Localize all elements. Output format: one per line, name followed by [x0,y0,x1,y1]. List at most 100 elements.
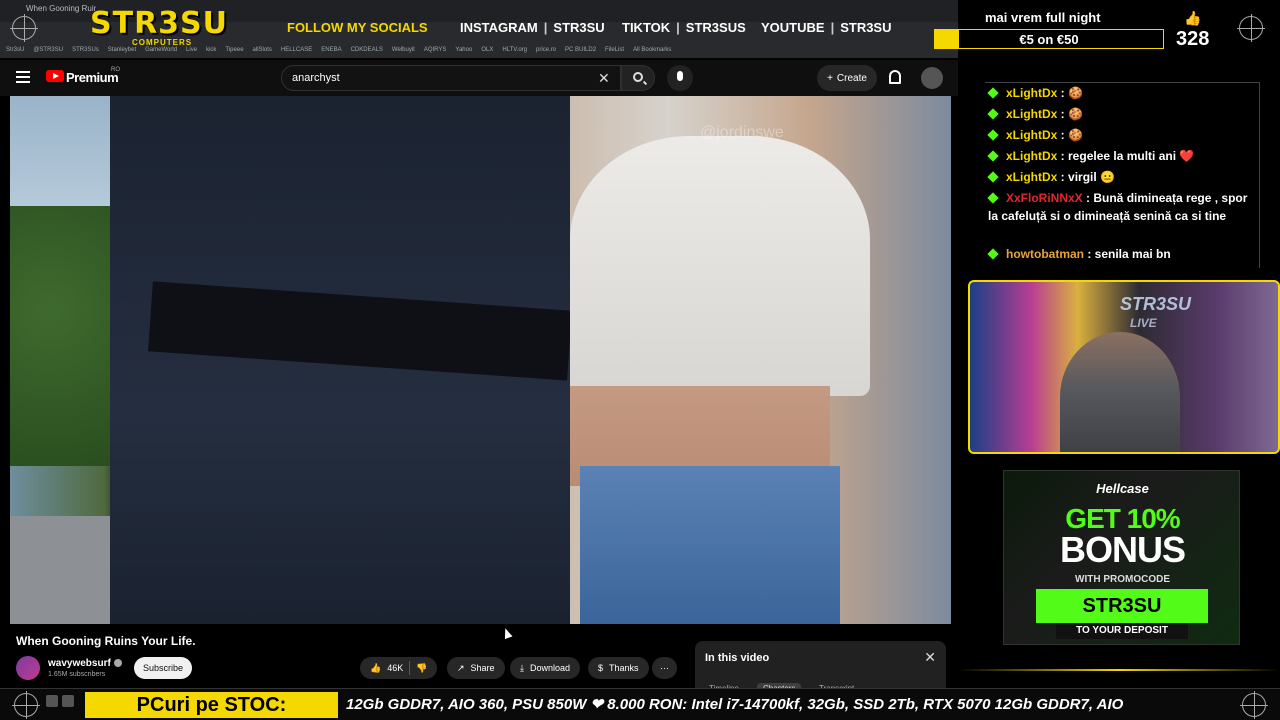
follow-label: FOLLOW MY SOCIALS [287,20,428,35]
kick-badge-icon [987,87,999,99]
crosshair-icon [1240,691,1268,719]
hellcase-code: STR3SU [1036,589,1208,623]
like-dislike-group: 👍 46K 👎 [360,657,438,679]
video-frame-road [10,516,120,624]
chat-message: XxFloRiNNxX : Bună dimineața rege , spor… [987,189,1258,225]
chat-text: senila mai bn [1094,247,1171,261]
taskbar-icon[interactable] [62,695,74,707]
chat-username[interactable]: howtobatman [1006,247,1084,261]
promo-progress-bar: €5 on €50 [934,29,1164,49]
channel-subscribers: 1.65M subscribers [48,671,106,678]
chat-message: xLightDx : 🍪 [987,84,1258,102]
crosshair-icon [10,14,38,42]
search-button[interactable] [621,65,655,91]
thumbs-up-icon: 👍 [1184,10,1202,26]
account-avatar[interactable] [921,67,943,89]
notifications-bell-icon[interactable] [889,70,901,84]
streamer [1060,332,1180,452]
close-icon[interactable]: ✕ [924,649,936,666]
chat-username[interactable]: xLightDx [1006,149,1057,163]
video-frame-trees [10,206,110,466]
social-youtube: YOUTUBE | STR3SU [761,20,892,35]
chat-separator: : [1057,107,1069,121]
chat-username[interactable]: xLightDx [1006,128,1057,142]
chat-username[interactable]: XxFloRiNNxX [1006,191,1083,205]
hellcase-brand: Hellcase [1096,481,1149,496]
plus-icon: + [827,72,833,84]
like-count[interactable]: 46K [387,663,403,673]
promo-value: €5 on €50 [1019,31,1079,47]
chat-text: 🍪 [1068,86,1083,100]
chat-separator: : [1057,86,1069,100]
ticker-text: 12Gb GDDR7, AIO 360, PSU 850W ❤ 8.000 RO… [346,696,1124,713]
chat-message: xLightDx : virgil 😐 [987,168,1258,186]
channel-avatar[interactable] [16,656,40,680]
chat-message: xLightDx : 🍪 [987,126,1258,144]
chat-message: xLightDx : regelee la multi ani ❤️ [987,147,1258,165]
thanks-button[interactable]: $ Thanks [588,657,649,679]
hellcase-with: WITH PROMOCODE [1075,574,1170,585]
youtube-header: Premium RO ✕ +Create [0,60,958,96]
webcam-feed: STR3SU LIVE [968,280,1280,454]
promo-title: mai vrem full night [985,10,1101,25]
video-frame-shirt [570,136,870,396]
overlay-logo-sub: COMPUTERS [132,38,193,47]
channel-name[interactable]: wavywebsurf [48,658,122,669]
subscribe-button[interactable]: Subscribe [134,657,192,679]
youtube-logo-icon[interactable] [46,70,64,82]
kick-badge-icon [987,108,999,120]
country-code: RO [111,67,120,73]
chat-separator: : [1057,149,1069,163]
hellcase-bonus: BONUS [1059,529,1186,570]
chat-username[interactable]: xLightDx [1006,86,1057,100]
stream-layout: When Gooning Ruins You... Str3sU@STR3SUS… [0,0,1280,720]
kick-badge-icon [987,150,999,162]
ticker-label: PCuri pe STOC: [85,692,338,718]
overlay-like-count: 328 [1176,28,1210,50]
glow-divider [958,669,1280,671]
share-button[interactable]: ↗ Share [447,657,505,679]
hellcase-ad: Hellcase GET 10% BONUS WITH PROMOCODE ST… [1003,470,1240,645]
kick-badge-icon [987,129,999,141]
webcam-neon-sign: STR3SU [1120,294,1192,314]
crosshair-icon [12,691,40,719]
chat-username[interactable]: xLightDx [1006,107,1057,121]
search-input[interactable] [281,65,621,91]
menu-icon[interactable] [16,71,30,83]
chat-separator: : [1082,191,1094,205]
clear-search-icon[interactable]: ✕ [598,70,610,87]
chat-message: howtobatman : senila mai bn [987,245,1258,263]
more-actions-button[interactable]: ··· [652,657,677,679]
in-this-video-title: In this video [705,652,770,664]
taskbar-icon[interactable] [46,695,58,707]
video-title: When Gooning Ruins Your Life. [16,634,196,648]
overlay-top-bar: STR3SU COMPUTERS FOLLOW MY SOCIALS INSTA… [0,0,958,58]
chat-text: regelee la multi ani ❤️ [1068,149,1195,163]
download-button[interactable]: ⤓ Download [510,657,581,679]
video-watermark: @jordinswe [700,124,784,141]
hellcase-deposit: TO YOUR DEPOSIT [1056,623,1188,639]
webcam-neon-sign-live: LIVE [1130,316,1157,330]
search-icon [633,72,643,82]
in-this-video-panel: In this video ✕ Timeline Chapters Transc… [695,641,946,695]
chat-text: virgil 😐 [1068,170,1115,184]
like-divider [409,661,411,675]
voice-search-icon[interactable] [667,65,693,91]
share-icon: ↗ [457,662,465,673]
create-button[interactable]: + Create [817,65,877,91]
kick-badge-icon [987,192,999,204]
crosshair-icon [1237,14,1265,42]
chat-username[interactable]: xLightDx [1006,170,1057,184]
chat-text: 🍪 [1068,107,1083,121]
taskbar-icons [46,695,74,707]
verified-icon [113,659,122,668]
like-icon[interactable]: 👍 [370,663,381,674]
chat-separator: : [1057,128,1069,142]
dislike-icon[interactable]: 👎 [416,663,427,674]
mouse-cursor [501,626,513,640]
thanks-icon: $ [598,663,604,673]
chat-text: 🍪 [1068,128,1083,142]
chat-separator: : [1084,247,1095,261]
social-instagram: INSTAGRAM | STR3SU [460,20,605,35]
video-player[interactable]: @jordinswe [10,96,951,624]
